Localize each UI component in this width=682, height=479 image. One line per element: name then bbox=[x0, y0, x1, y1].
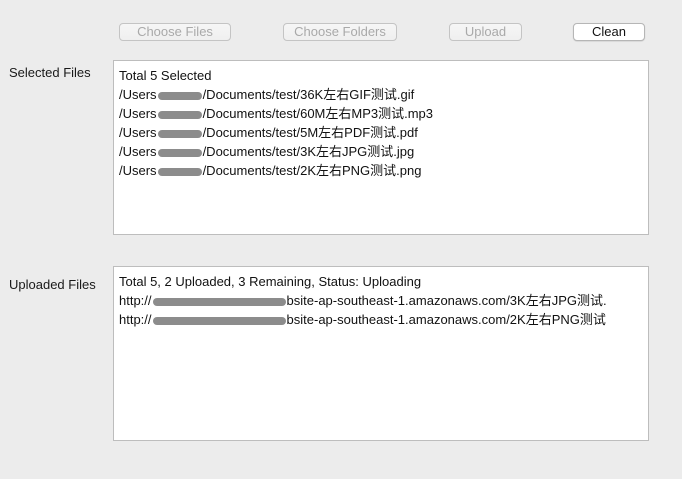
upload-button[interactable]: Upload bbox=[449, 23, 522, 41]
uploaded-summary: Total 5, 2 Uploaded, 3 Remaining, Status… bbox=[119, 274, 422, 289]
selected-summary: Total 5 Selected bbox=[119, 68, 212, 83]
uploaded-files-label: Uploaded Files bbox=[9, 277, 96, 292]
app-window: Choose Files Choose Folders Upload Clean… bbox=[0, 0, 682, 479]
redacted-username bbox=[157, 110, 202, 119]
list-item: /Users/Documents/test/36K左右GIF测试.gif bbox=[119, 85, 648, 104]
uploaded-files-list[interactable]: Total 5, 2 Uploaded, 3 Remaining, Status… bbox=[113, 266, 649, 441]
url-suffix: bsite-ap-southeast-1.amazonaws.com/3K左右J… bbox=[286, 293, 607, 308]
path-suffix: /Documents/test/36K左右GIF测试.gif bbox=[202, 87, 415, 102]
redacted-domain bbox=[152, 297, 286, 306]
choose-folders-button[interactable]: Choose Folders bbox=[283, 23, 397, 41]
path-prefix: /Users bbox=[119, 106, 157, 121]
list-item: /Users/Documents/test/5M左右PDF测试.pdf bbox=[119, 123, 648, 142]
list-item: /Users/Documents/test/3K左右JPG测试.jpg bbox=[119, 142, 648, 161]
choose-files-button[interactable]: Choose Files bbox=[119, 23, 231, 41]
list-item: http:// bsite-ap-southeast-1.amazonaws.co… bbox=[119, 310, 648, 329]
list-item: /Users/Documents/test/60M左右MP3测试.mp3 bbox=[119, 104, 648, 123]
url-prefix: http:// bbox=[119, 312, 152, 327]
path-prefix: /Users bbox=[119, 87, 157, 102]
path-prefix: /Users bbox=[119, 163, 157, 178]
clean-button[interactable]: Clean bbox=[573, 23, 645, 41]
path-suffix: /Documents/test/2K左右PNG测试.png bbox=[202, 163, 422, 178]
list-item: http:// bsite-ap-southeast-1.amazonaws.co… bbox=[119, 291, 648, 310]
redacted-domain bbox=[152, 316, 286, 325]
path-prefix: /Users bbox=[119, 144, 157, 159]
path-suffix: /Documents/test/60M左右MP3测试.mp3 bbox=[202, 106, 434, 121]
list-item: /Users/Documents/test/2K左右PNG测试.png bbox=[119, 161, 648, 180]
path-suffix: /Documents/test/5M左右PDF测试.pdf bbox=[202, 125, 418, 140]
redacted-username bbox=[157, 129, 202, 138]
selected-files-list[interactable]: Total 5 Selected /Users/Documents/test/3… bbox=[113, 60, 649, 235]
path-prefix: /Users bbox=[119, 125, 157, 140]
redacted-username bbox=[157, 167, 202, 176]
url-suffix: bsite-ap-southeast-1.amazonaws.com/2K左右P… bbox=[286, 312, 606, 327]
selected-files-label: Selected Files bbox=[9, 65, 91, 80]
url-prefix: http:// bbox=[119, 293, 152, 308]
redacted-username bbox=[157, 91, 202, 100]
path-suffix: /Documents/test/3K左右JPG测试.jpg bbox=[202, 144, 415, 159]
redacted-username bbox=[157, 148, 202, 157]
